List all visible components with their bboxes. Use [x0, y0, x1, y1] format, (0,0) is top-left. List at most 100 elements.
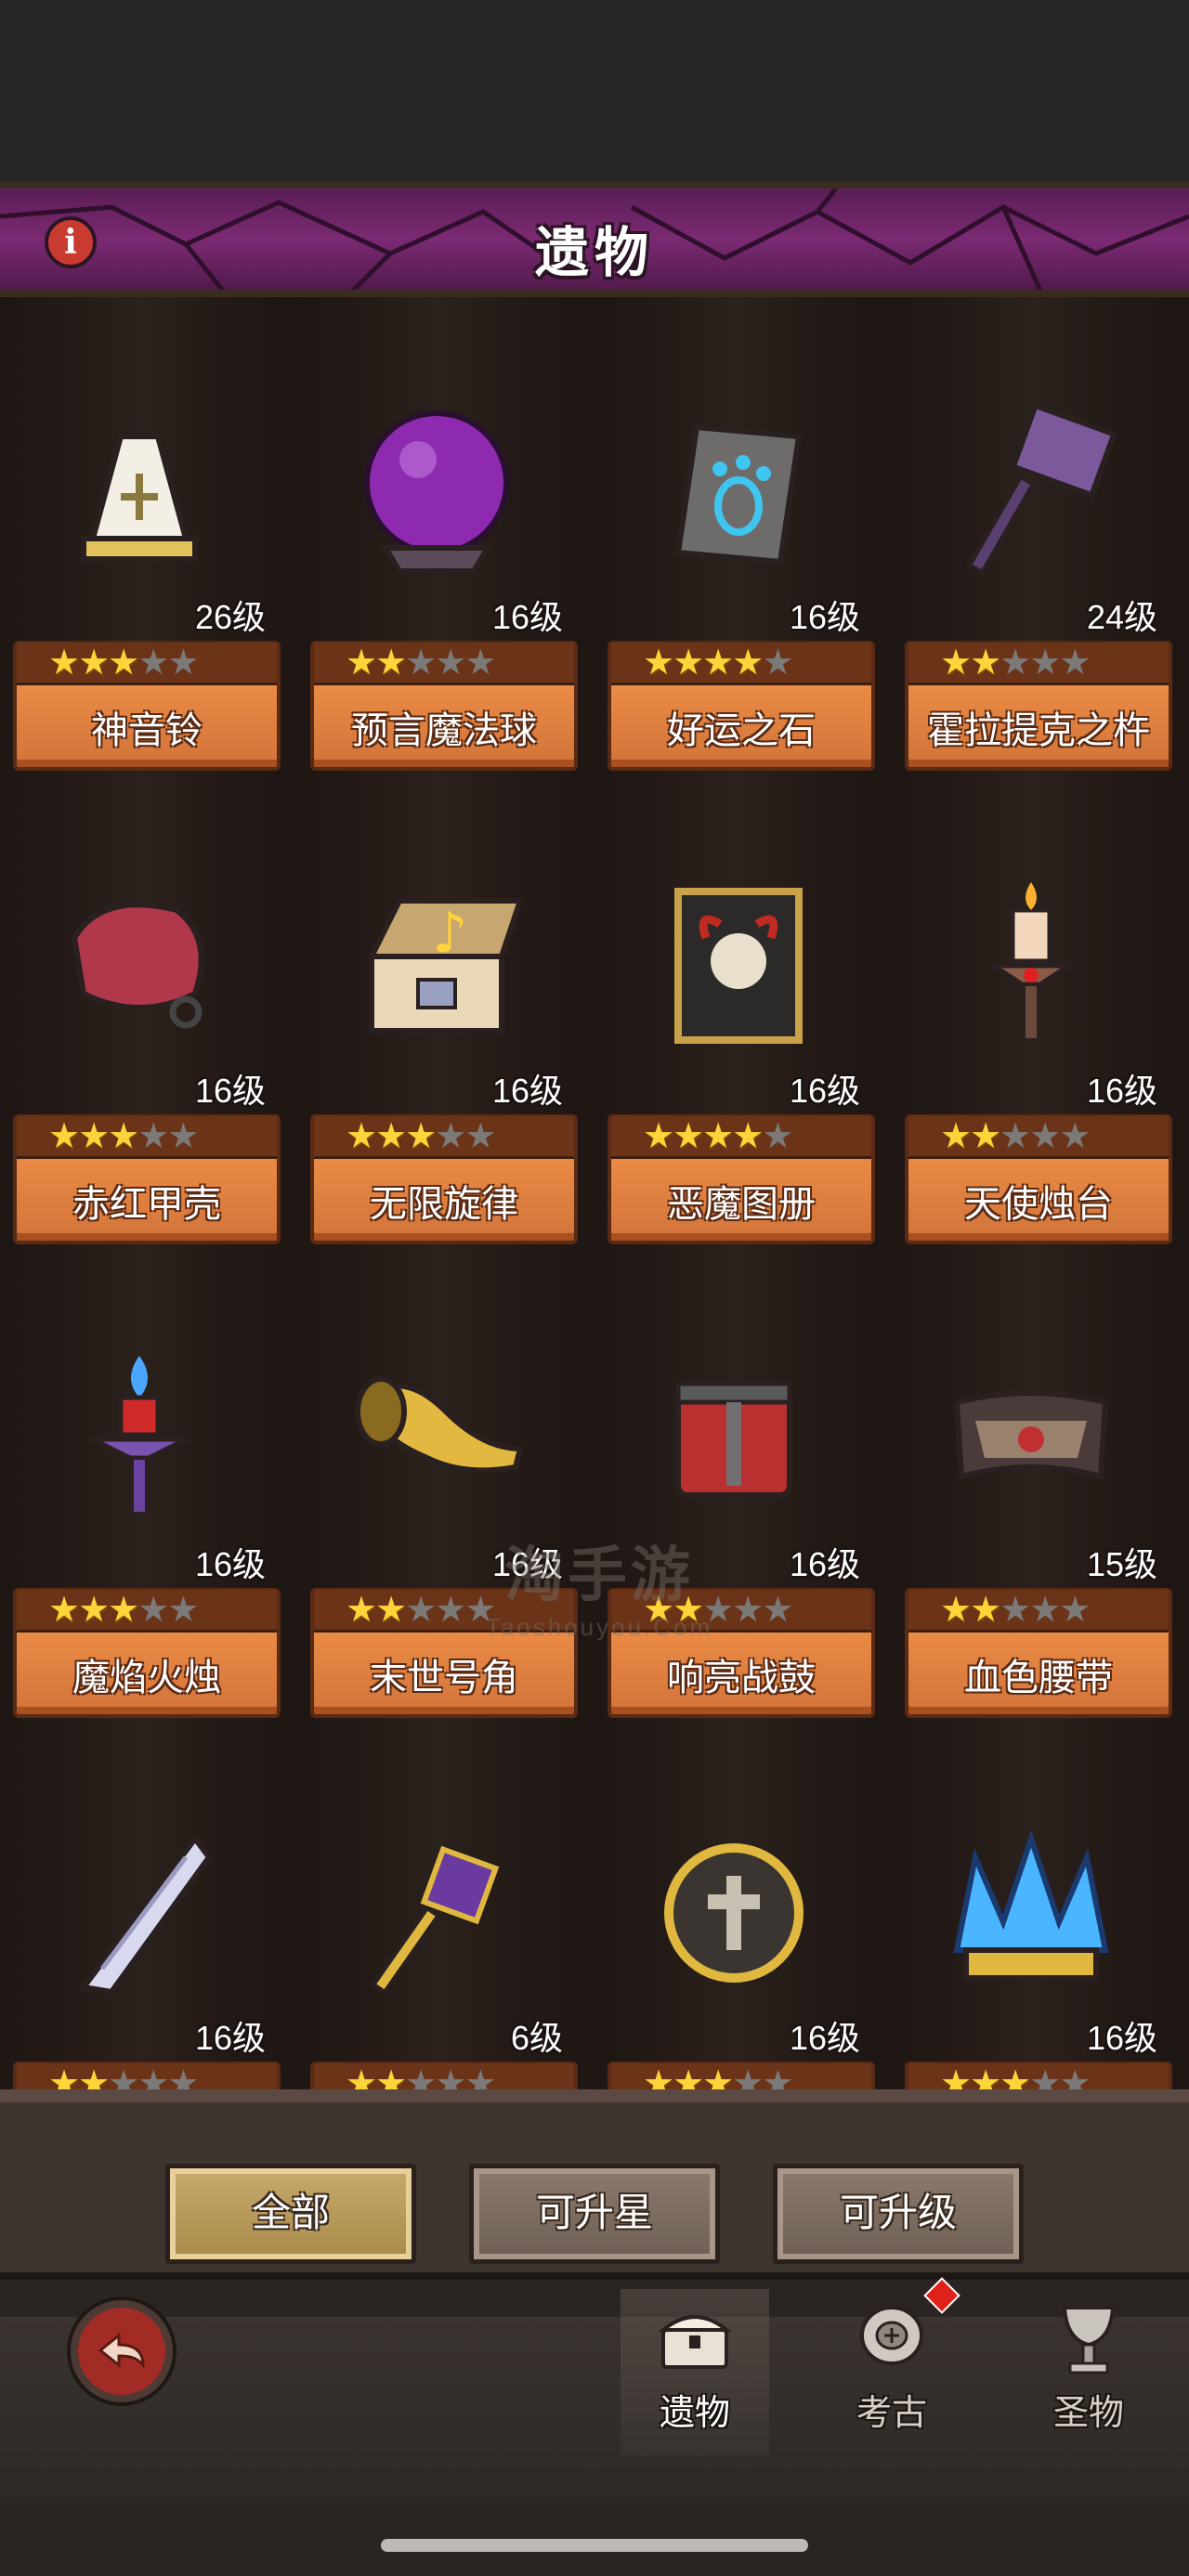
- relic-nameplate: ★★★★★ 血色腰带: [905, 1588, 1172, 1718]
- bell-icon: [81, 418, 198, 562]
- star-filled-icon: ★: [375, 644, 408, 683]
- blue-flame-torch-icon: [91, 1356, 188, 1516]
- star-empty-icon: ★: [762, 2064, 794, 2089]
- nav-tab-archaeology[interactable]: 考古: [817, 2289, 966, 2456]
- relic-level: 16级: [789, 1545, 860, 1583]
- relic-grid[interactable]: 26级 ★★★★★ 神音铃 16级 ★★★★★ 预言魔法球 16级 ★★★★★ 好运之石 24级 ★…: [0, 297, 1189, 2089]
- star-rating: ★★★★★: [908, 1590, 1169, 1633]
- relic-card[interactable]: 16级 ★★★★★: [892, 1718, 1172, 2089]
- filter-level-up-button[interactable]: 可升级: [773, 2164, 1024, 2264]
- star-filled-icon: ★: [702, 644, 735, 683]
- relic-name: 末世号角: [370, 1658, 518, 1698]
- relic-level: 6级: [510, 2019, 563, 2057]
- relic-level: 26级: [194, 598, 266, 636]
- relic-card[interactable]: 16级 ★★★★★ 恶魔图册: [594, 771, 875, 1244]
- star-empty-icon: ★: [1059, 2064, 1091, 2089]
- star-filled-icon: ★: [346, 2064, 378, 2089]
- star-rating: ★★★★★: [17, 643, 277, 685]
- relic-name: 响亮战鼓: [667, 1658, 816, 1698]
- artifact-disc-icon: [860, 2306, 923, 2365]
- relic-card[interactable]: 6级 ★★★★★: [297, 1718, 578, 2089]
- relic-name: 恶魔图册: [667, 1184, 816, 1225]
- star-empty-icon: ★: [137, 1591, 170, 1630]
- star-empty-icon: ★: [435, 644, 467, 683]
- blue-crown-icon: [953, 1829, 1109, 1981]
- relic-card[interactable]: 16级 ★★★★★ 好运之石: [594, 297, 875, 771]
- star-empty-icon: ★: [464, 1117, 497, 1156]
- star-filled-icon: ★: [702, 2064, 735, 2089]
- relic-name: 赤红甲壳: [72, 1184, 221, 1225]
- relic-card[interactable]: ♪ 16级 ★★★★★ 无限旋律: [297, 771, 578, 1244]
- star-empty-icon: ★: [1000, 1117, 1032, 1156]
- star-filled-icon: ★: [48, 644, 81, 683]
- relic-nameplate: ★★★★★ 天使烛台: [905, 1114, 1172, 1244]
- relic-nameplate: ★★★★★: [13, 2062, 281, 2089]
- relic-card[interactable]: 26级 ★★★★★ 神音铃: [0, 297, 281, 771]
- filter-all-button[interactable]: 全部: [165, 2164, 416, 2264]
- chalice-icon: [1062, 2306, 1116, 2374]
- scepter-icon: [371, 1845, 500, 1995]
- relic-nameplate: ★★★★★: [310, 2062, 578, 2089]
- relic-name: 神音铃: [91, 710, 203, 751]
- star-filled-icon: ★: [673, 2064, 705, 2089]
- star-filled-icon: ★: [702, 1117, 735, 1156]
- relic-card[interactable]: 24级 ★★★★★ 霍拉提克之杵: [892, 297, 1172, 771]
- blade-icon: [78, 1834, 213, 1996]
- relic-card[interactable]: 16级 ★★★★★ 天使烛台: [892, 771, 1172, 1244]
- star-filled-icon: ★: [643, 2064, 675, 2089]
- relic-card[interactable]: 16级 ★★★★★: [594, 1718, 875, 2089]
- relic-level: 16级: [789, 1072, 860, 1110]
- star-filled-icon: ★: [405, 1117, 438, 1156]
- star-empty-icon: ★: [435, 1591, 467, 1630]
- relic-card[interactable]: 15级 ★★★★★ 血色腰带: [892, 1244, 1172, 1718]
- star-empty-icon: ★: [1000, 1591, 1032, 1630]
- star-filled-icon: ★: [940, 1117, 973, 1156]
- star-empty-icon: ★: [732, 2064, 764, 2089]
- star-filled-icon: ★: [970, 2064, 1002, 2089]
- relic-name: 好运之石: [667, 710, 816, 751]
- demon-book-icon: [674, 888, 803, 1044]
- star-filled-icon: ★: [375, 1117, 408, 1156]
- star-empty-icon: ★: [1029, 1591, 1062, 1630]
- relic-card[interactable]: 16级 ★★★★★ 预言魔法球: [297, 297, 578, 771]
- star-filled-icon: ★: [940, 1591, 973, 1630]
- relic-card[interactable]: 16级 ★★★★★ 魔焰火烛: [0, 1244, 281, 1718]
- star-empty-icon: ★: [167, 644, 200, 683]
- star-filled-icon: ★: [48, 1591, 81, 1630]
- star-empty-icon: ★: [137, 1117, 170, 1156]
- relic-name: 无限旋律: [370, 1184, 518, 1225]
- star-rating: ★★★★★: [908, 1116, 1169, 1159]
- relic-nameplate: ★★★★★ 无限旋律: [310, 1114, 578, 1244]
- relic-level: 16级: [194, 1545, 266, 1583]
- page-title: 遗物: [534, 223, 654, 283]
- relic-nameplate: ★★★★★: [608, 2062, 875, 2089]
- star-filled-icon: ★: [78, 1117, 111, 1156]
- horn-icon: [355, 1376, 524, 1474]
- star-filled-icon: ★: [78, 644, 111, 683]
- nav-tab-holy[interactable]: 圣物: [1014, 2289, 1163, 2456]
- nav-tab-relics[interactable]: 遗物: [621, 2289, 769, 2456]
- star-empty-icon: ★: [435, 2064, 467, 2089]
- red-shell-icon: [71, 902, 204, 1029]
- back-button[interactable]: [71, 2300, 173, 2402]
- star-empty-icon: ★: [1059, 644, 1091, 683]
- star-filled-icon: ★: [673, 644, 705, 683]
- relic-nameplate: ★★★★★ 赤红甲壳: [13, 1114, 281, 1244]
- star-rating: ★★★★★: [17, 1590, 277, 1633]
- star-rating: ★★★★★: [908, 643, 1169, 685]
- star-filled-icon: ★: [940, 644, 973, 683]
- star-filled-icon: ★: [970, 1117, 1002, 1156]
- filter-star-up-button[interactable]: 可升星: [469, 2164, 720, 2264]
- bottom-nav: 遗物 考古 圣物: [0, 2280, 1189, 2576]
- relic-card[interactable]: 16级 ★★★★★ 赤红甲壳: [0, 771, 281, 1244]
- relic-card[interactable]: 16级 ★★★★★: [0, 1718, 281, 2089]
- star-rating: ★★★★★: [611, 2063, 871, 2089]
- music-box-icon: ♪: [367, 898, 525, 1034]
- relic-level: 16级: [194, 1072, 266, 1110]
- svg-text:♪: ♪: [432, 901, 467, 966]
- star-empty-icon: ★: [762, 644, 794, 683]
- relic-name: 预言魔法球: [351, 710, 537, 751]
- home-indicator[interactable]: [381, 2539, 808, 2552]
- star-rating: ★★★★★: [314, 1116, 574, 1159]
- relic-level: 24级: [1086, 598, 1157, 636]
